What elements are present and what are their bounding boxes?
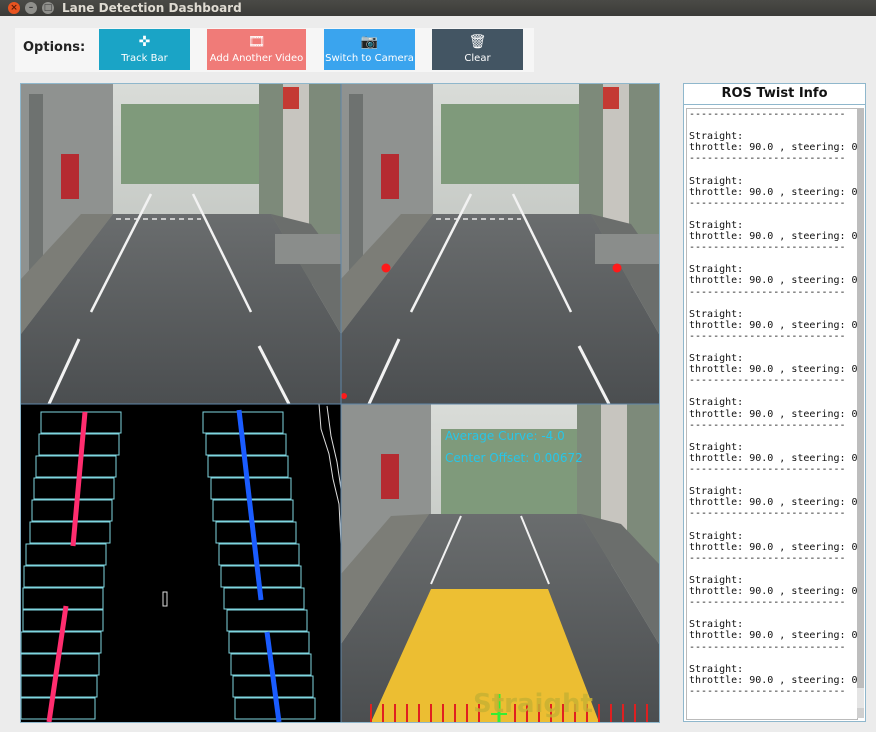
log-spacer [687, 342, 857, 353]
scroll-down-icon[interactable] [857, 708, 864, 718]
minimize-icon: – [28, 3, 34, 13]
log-spacer [687, 564, 857, 575]
log-spacer [687, 386, 857, 397]
options-toolbar: Options: ✜ Track Bar 🎞 Add Another Video… [15, 28, 534, 72]
log-line: Straight: [689, 353, 744, 365]
log-line: throttle: 90.0 , steering: 0.0 [689, 630, 858, 642]
log-line: Straight: [689, 574, 744, 586]
warp-point-right [612, 263, 622, 273]
add-video-label: Add Another Video [209, 53, 304, 64]
log-line: Straight: [689, 441, 744, 453]
maximize-window-button[interactable]: □ [42, 2, 54, 14]
log-line: Straight: [689, 175, 744, 187]
log-line: -------------------------- [689, 685, 846, 697]
log-line: -------------------------- [689, 508, 846, 520]
close-window-button[interactable]: × [8, 2, 20, 14]
log-line: throttle: 90.0 , steering: 0.0 [689, 231, 858, 243]
log-line: Straight: [689, 308, 744, 320]
scrollbar-thumb[interactable] [857, 108, 864, 688]
log-spacer [687, 653, 857, 664]
center-offset-text: Center Offset: 0.00672 [445, 451, 583, 465]
log-line: Straight: [689, 219, 744, 231]
warp-point-left [381, 263, 391, 273]
log-line: -------------------------- [689, 419, 846, 431]
log-line: -------------------------- [689, 375, 846, 387]
log-spacer [687, 431, 857, 442]
log-spacer [687, 475, 857, 486]
direction-text: Straight [473, 689, 593, 719]
ros-log-area[interactable]: -------------------------- Straight: thro… [686, 108, 858, 720]
log-line: throttle: 90.0 , steering: 0.0 [689, 319, 858, 331]
log-spacer [687, 120, 857, 131]
log-line: -------------------------- [689, 286, 846, 298]
log-line: -------------------------- [689, 552, 846, 564]
log-line: Straight: [689, 264, 744, 276]
title-bar: × – □ Lane Detection Dashboard [0, 0, 876, 16]
raw-frame-panel [21, 84, 341, 405]
warp-point-bottom [341, 393, 347, 399]
add-another-video-button[interactable]: 🎞 Add Another Video [207, 29, 306, 70]
minimize-window-button[interactable]: – [25, 2, 37, 14]
log-spacer [687, 608, 857, 619]
log-line: throttle: 90.0 , steering: 0.0 [689, 541, 858, 553]
average-curve-text: Average Curve: -4.0 [445, 429, 565, 443]
log-line: throttle: 90.0 , steering: 0.0 [689, 452, 858, 464]
log-spacer [687, 298, 857, 309]
log-line: throttle: 90.0 , steering: 0.0 [689, 586, 858, 598]
log-line: -------------------------- [689, 242, 846, 254]
log-line: -------------------------- [689, 109, 846, 120]
clear-label: Clear [464, 53, 491, 64]
log-scrollbar[interactable] [857, 108, 864, 718]
switch-to-camera-button[interactable]: 📷 Switch to Camera [324, 29, 415, 70]
log-line: throttle: 90.0 , steering: 0.0 [689, 275, 858, 287]
options-label: Options: [23, 40, 86, 55]
log-line: throttle: 90.0 , steering: 0.0 [689, 364, 858, 376]
log-spacer [687, 164, 857, 175]
lane-overlay-panel: Average Curve: -4.0 Center Offset: 0.006… [341, 404, 659, 722]
close-icon: × [10, 3, 18, 13]
log-line: throttle: 90.0 , steering: 0.0 [689, 142, 858, 154]
ros-twist-panel: ROS Twist Info -------------------------… [683, 83, 866, 722]
log-line: -------------------------- [689, 464, 846, 475]
log-line: -------------------------- [689, 197, 846, 209]
log-line: throttle: 90.0 , steering: 0.0 [689, 186, 858, 198]
log-line: throttle: 90.0 , steering: 0.0 [689, 674, 858, 686]
crosshair-icon: ✜ [138, 34, 151, 50]
log-line: -------------------------- [689, 641, 846, 653]
track-bar-label: Track Bar [121, 53, 168, 64]
sliding-window-panel [21, 403, 342, 722]
log-spacer [687, 209, 857, 220]
trash-icon: 🗑 [468, 34, 487, 50]
track-bar-button[interactable]: ✜ Track Bar [99, 29, 190, 70]
warp-points-panel [341, 84, 659, 405]
log-line: -------------------------- [689, 153, 846, 165]
log-line: Straight: [689, 663, 744, 675]
log-line: Straight: [689, 619, 744, 631]
log-line: Straight: [689, 486, 744, 498]
log-line: throttle: 90.0 , steering: 0.0 [689, 497, 858, 509]
camera-icon: 📷 [360, 34, 379, 50]
log-line: Straight: [689, 397, 744, 409]
log-spacer [687, 519, 857, 530]
log-line: -------------------------- [689, 597, 846, 609]
ros-panel-title: ROS Twist Info [684, 84, 865, 105]
log-line: Straight: [689, 131, 744, 143]
window-title: Lane Detection Dashboard [62, 1, 242, 15]
video-viewer: Average Curve: -4.0 Center Offset: 0.006… [20, 83, 660, 723]
log-spacer [687, 253, 857, 264]
log-line: Straight: [689, 530, 744, 542]
log-line: throttle: 90.0 , steering: 0.0 [689, 408, 858, 420]
clear-button[interactable]: 🗑 Clear [432, 29, 523, 70]
log-line: -------------------------- [689, 330, 846, 342]
film-icon: 🎞 [247, 34, 266, 50]
switch-camera-label: Switch to Camera [325, 53, 414, 64]
maximize-icon: □ [43, 3, 53, 13]
